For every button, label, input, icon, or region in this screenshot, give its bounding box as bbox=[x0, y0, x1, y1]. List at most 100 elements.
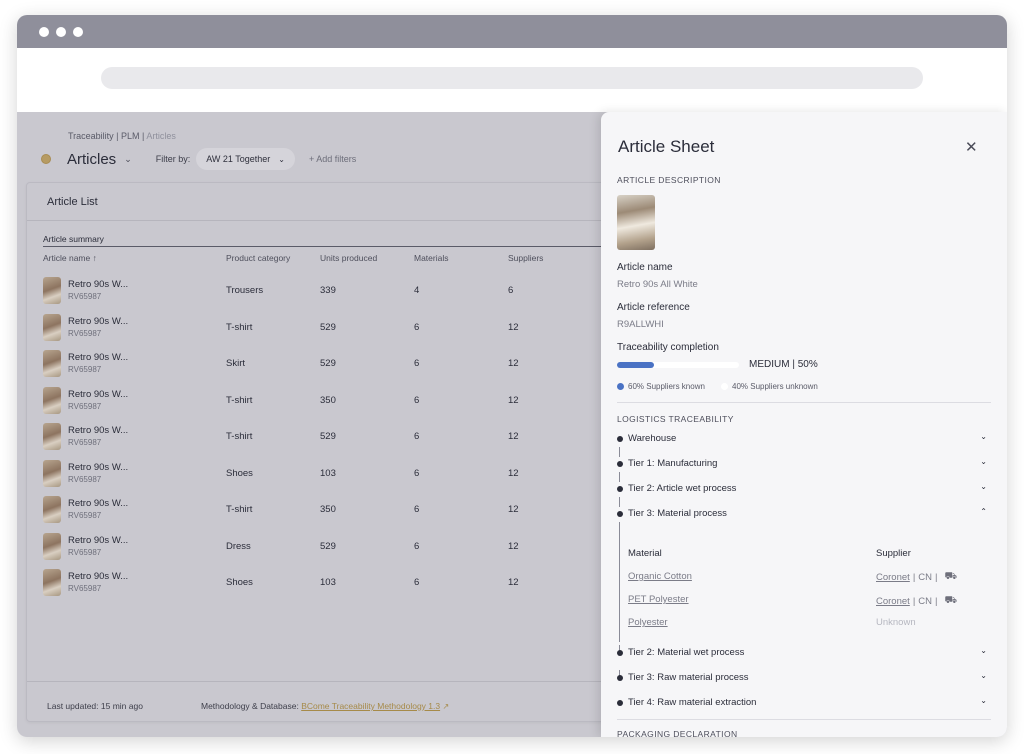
table-row[interactable]: Retro 90s W... RV65987 T-shirt 350 6 12 bbox=[43, 492, 623, 528]
divider bbox=[27, 220, 625, 221]
product-category-cell: T-shirt bbox=[226, 394, 253, 406]
supplier-unknown: Unknown bbox=[876, 617, 916, 628]
add-filters-button[interactable]: + Add filters bbox=[309, 154, 356, 164]
tier-manufacturing[interactable]: Tier 1: Manufacturing ⌄ bbox=[617, 457, 987, 471]
chevron-down-icon: ⌄ bbox=[278, 154, 285, 164]
table-row[interactable]: Retro 90s W... RV65987 Skirt 529 6 12 bbox=[43, 346, 623, 382]
tier-bullet-icon bbox=[617, 486, 623, 492]
chevron-down-icon[interactable]: ⌄ bbox=[980, 696, 987, 705]
article-thumbnail bbox=[43, 532, 61, 560]
tier-warehouse[interactable]: Warehouse ⌄ bbox=[617, 432, 987, 446]
material-link[interactable]: PET Polyester bbox=[628, 594, 689, 605]
column-header-article-name[interactable]: Article name ↑ bbox=[43, 253, 97, 263]
external-link-icon[interactable]: ↗ bbox=[442, 702, 449, 711]
product-category-cell: Shoes bbox=[226, 467, 253, 479]
table-row[interactable]: Retro 90s W... RV65987 T-shirt 529 6 12 bbox=[43, 310, 623, 346]
units-produced-cell: 529 bbox=[320, 431, 336, 442]
supplier-cell: Coronet | CN | ⛟ bbox=[876, 571, 957, 584]
column-header-product-category[interactable]: Product category bbox=[226, 253, 290, 263]
article-thumbnail bbox=[43, 569, 61, 596]
product-category-cell: T-shirt bbox=[226, 431, 253, 442]
browser-titlebar bbox=[17, 15, 1007, 48]
column-header-suppliers[interactable]: Suppliers bbox=[508, 253, 543, 263]
article-thumbnail bbox=[43, 496, 61, 523]
tier-material-wet-process[interactable]: Tier 2: Material wet process ⌄ bbox=[617, 646, 987, 660]
supplier-link[interactable]: Coronet bbox=[876, 596, 910, 607]
article-ref: RV65987 bbox=[68, 401, 102, 411]
article-ref: RV65987 bbox=[68, 438, 102, 447]
article-thumbnail bbox=[43, 277, 61, 304]
material-column-header: Material bbox=[628, 548, 662, 559]
tier-bullet-icon bbox=[617, 511, 623, 517]
tier-bullet-icon bbox=[617, 650, 623, 656]
tier-label: Tier 3: Material process bbox=[628, 508, 727, 519]
materials-cell: 6 bbox=[414, 467, 420, 479]
breadcrumb-current: Articles bbox=[146, 131, 176, 141]
article-name: Retro 90s W... bbox=[68, 279, 129, 290]
separator: | bbox=[912, 572, 916, 583]
chevron-down-icon[interactable]: ⌄ bbox=[124, 154, 132, 165]
chevron-down-icon[interactable]: ⌄ bbox=[980, 671, 987, 680]
last-updated-label: Last updated: bbox=[47, 701, 99, 711]
tier-bullet-icon bbox=[617, 700, 623, 706]
table-row[interactable]: Retro 90s W... RV65987 Dress 529 6 12 bbox=[43, 529, 623, 565]
breadcrumb-path[interactable]: Traceability | PLM | bbox=[68, 131, 146, 141]
article-ref: RV65987 bbox=[68, 328, 102, 338]
packaging-declaration-label: PACKAGING DECLARATION bbox=[617, 729, 738, 737]
article-thumbnail bbox=[43, 313, 61, 341]
table-row[interactable]: Retro 90s W... RV65987 T-shirt 529 6 12 bbox=[43, 419, 623, 455]
chevron-up-icon[interactable]: ⌃ bbox=[980, 507, 987, 516]
last-updated: Last updated: 15 min ago bbox=[47, 701, 143, 711]
materials-cell: 6 bbox=[414, 577, 420, 588]
column-header-materials[interactable]: Materials bbox=[414, 253, 448, 263]
materials-cell: 6 bbox=[414, 540, 420, 552]
chevron-down-icon[interactable]: ⌄ bbox=[980, 432, 987, 441]
material-link[interactable]: Polyester bbox=[628, 617, 668, 628]
article-thumbnail bbox=[43, 386, 61, 414]
article-list-title: Article List bbox=[47, 196, 98, 208]
suppliers-cell: 12 bbox=[508, 431, 519, 442]
table-row[interactable]: Retro 90s W... RV65987 T-shirt 350 6 12 bbox=[43, 383, 623, 419]
table-row[interactable]: Retro 90s W... RV65987 Trousers 339 4 6 bbox=[43, 273, 623, 309]
tier-raw-material-process[interactable]: Tier 3: Raw material process ⌄ bbox=[617, 671, 987, 685]
materials-cell: 6 bbox=[414, 431, 420, 442]
product-category-cell: T-shirt bbox=[226, 321, 253, 333]
article-name: Retro 90s W... bbox=[68, 388, 129, 400]
panel-title: Article Sheet bbox=[618, 137, 715, 156]
table-row[interactable]: Retro 90s W... RV65987 Shoes 103 6 12 bbox=[43, 565, 623, 601]
units-produced-cell: 350 bbox=[320, 504, 336, 515]
material-link[interactable]: Organic Cotton bbox=[628, 571, 692, 582]
chevron-down-icon[interactable]: ⌄ bbox=[980, 646, 987, 655]
tier-raw-material-extraction[interactable]: Tier 4: Raw material extraction ⌄ bbox=[617, 696, 987, 710]
article-summary-tab[interactable]: Article summary bbox=[43, 234, 104, 244]
column-header-units-produced[interactable]: Units produced bbox=[320, 253, 377, 263]
table-row[interactable]: Retro 90s W... RV65987 Shoes 103 6 12 bbox=[43, 456, 623, 492]
chevron-down-icon[interactable]: ⌄ bbox=[980, 482, 987, 491]
supplier-link[interactable]: Coronet bbox=[876, 572, 910, 583]
close-icon[interactable]: ✕ bbox=[965, 138, 978, 156]
product-category-cell: Trousers bbox=[226, 285, 264, 296]
tier-bullet-icon bbox=[617, 436, 623, 442]
article-name: Retro 90s W... bbox=[68, 315, 129, 327]
tier-material-process[interactable]: Tier 3: Material process ⌃ bbox=[617, 507, 987, 521]
article-name: Retro 90s W... bbox=[68, 461, 129, 473]
window-dot-icon[interactable] bbox=[39, 27, 49, 37]
suppliers-cell: 12 bbox=[508, 577, 519, 588]
units-produced-cell: 350 bbox=[320, 394, 336, 406]
separator: | bbox=[912, 596, 916, 607]
page-header: Articles ⌄ Filter by: AW 21 Together ⌄ +… bbox=[41, 148, 356, 170]
tier-article-wet-process[interactable]: Tier 2: Article wet process ⌄ bbox=[617, 482, 987, 496]
methodology-link[interactable]: BCome Traceability Methodology 1.3 bbox=[301, 701, 440, 711]
product-category-cell: Dress bbox=[226, 540, 251, 552]
suppliers-cell: 12 bbox=[508, 540, 519, 552]
window-dot-icon[interactable] bbox=[56, 27, 66, 37]
filter-select[interactable]: AW 21 Together ⌄ bbox=[196, 148, 295, 170]
logistics-traceability-label: LOGISTICS TRACEABILITY bbox=[617, 414, 734, 424]
traceability-label: Traceability completion bbox=[617, 342, 719, 353]
window-dot-icon[interactable] bbox=[73, 27, 83, 37]
chevron-down-icon[interactable]: ⌄ bbox=[980, 457, 987, 466]
suppliers-cell: 12 bbox=[508, 321, 519, 333]
address-bar[interactable] bbox=[101, 67, 923, 89]
tier-bullet-icon bbox=[617, 675, 623, 681]
methodology-label: Methodology & Database: bbox=[201, 701, 299, 711]
